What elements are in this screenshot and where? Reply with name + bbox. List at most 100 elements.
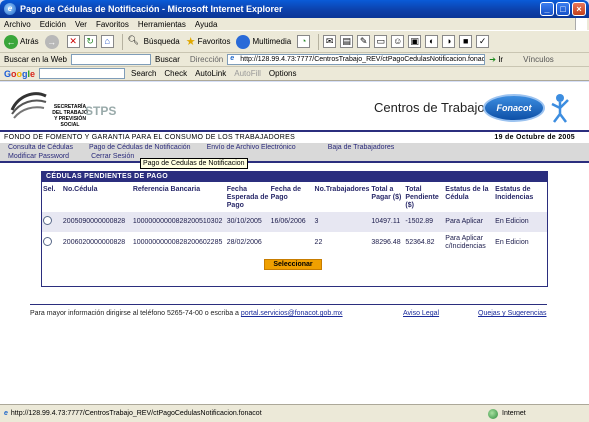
nav-pago-cedulas[interactable]: Pago de Cédulas de Notificación: [81, 144, 199, 151]
direccion-label: Dirección: [189, 55, 224, 64]
google-search-input[interactable]: [39, 68, 126, 79]
col-total: Total a Pagar ($): [371, 186, 402, 201]
back-label: Atrás: [20, 37, 39, 46]
page-icon: e: [4, 410, 8, 417]
minimize-button[interactable]: _: [540, 2, 554, 16]
mail-icon[interactable]: ✉: [323, 35, 337, 48]
cell-cedula: 2006020000000828: [62, 239, 126, 246]
cell-estatus: Para Aplicar c/Incidencias: [445, 235, 486, 250]
menu-ayuda[interactable]: Ayuda: [195, 20, 218, 29]
menu-archivo[interactable]: Archivo: [4, 20, 31, 29]
messenger-icon[interactable]: ☺: [391, 35, 405, 48]
back-button[interactable]: ← Atrás: [4, 34, 39, 49]
star-icon: ★: [185, 36, 196, 48]
maximize-button[interactable]: □: [556, 2, 570, 16]
autolink-button[interactable]: AutoLink: [195, 69, 226, 78]
menu-ver[interactable]: Ver: [75, 20, 87, 29]
nav-modificar-password[interactable]: Modificar Password: [0, 153, 77, 160]
row-select-radio[interactable]: [43, 237, 52, 246]
close-button[interactable]: ×: [572, 2, 586, 16]
edit-icon[interactable]: ✎: [357, 35, 371, 48]
panel-title: CÉDULAS PENDIENTES DE PAGO: [42, 172, 547, 182]
windows-flag-icon: [575, 18, 587, 30]
web-search-label: Buscar en la Web: [4, 55, 67, 64]
cell-incidencias: En Edicion: [495, 239, 529, 246]
toolbar: ← Atrás → ✕ ↻ ⌂ 🔍︎ Búsqueda ★ Favoritos …: [0, 31, 589, 53]
history-icon[interactable]: ◔: [297, 35, 311, 48]
refresh-icon[interactable]: ↻: [83, 35, 97, 48]
menu-favoritos[interactable]: Favoritos: [96, 20, 129, 29]
window-title: Pago de Cédulas de Notificación - Micros…: [20, 4, 283, 14]
menu-edicion[interactable]: Edición: [40, 20, 66, 29]
tool-icon-3[interactable]: ■: [459, 35, 473, 48]
email-link[interactable]: portal.servicios@fonacot.gob.mx: [241, 310, 343, 317]
nav-cerrar-sesion[interactable]: Cerrar Sesión: [77, 153, 142, 160]
search-label: Búsqueda: [143, 37, 180, 46]
vinculos-label[interactable]: Vínculos: [523, 55, 554, 64]
ie-icon: e: [4, 3, 16, 15]
tool-icon-1[interactable]: ◐: [425, 35, 439, 48]
main-nav: Consulta de Cédulas Pago de Cédulas de N…: [0, 143, 589, 152]
buscar-button[interactable]: Buscar: [155, 55, 180, 64]
stps-name: SECRETARÍA DEL TRABAJO Y PREVISIÓN SOCIA…: [52, 104, 88, 128]
nav-envio-archivo[interactable]: Envío de Archivo Electrónico: [199, 144, 304, 151]
status-bar: e http://128.99.4.73:7777/CentrosTrabajo…: [0, 404, 589, 422]
nav-consulta-cedulas[interactable]: Consulta de Cédulas: [0, 144, 81, 151]
col-fecha-pago: Fecha de Pago: [270, 186, 302, 201]
search-button[interactable]: 🔍︎ Búsqueda: [127, 35, 180, 48]
check-button[interactable]: Check: [164, 69, 187, 78]
favorites-button[interactable]: ★ Favoritos: [186, 35, 231, 48]
col-fecha-esperada: Fecha Esperada de Pago: [226, 186, 269, 209]
window-titlebar: e Pago de Cédulas de Notificación - Micr…: [0, 0, 589, 18]
col-trabajadores: No.Trabajadores: [314, 186, 370, 193]
table-row: 2006020000000828 10000000000828200602285…: [42, 232, 547, 254]
page-title: Centros de Trabajo: [374, 100, 485, 115]
web-page: SECRETARÍA DEL TRABAJO Y PREVISIÓN SOCIA…: [0, 82, 589, 404]
home-icon[interactable]: ⌂: [100, 35, 114, 48]
cell-fecha-esperada: 30/10/2005: [225, 212, 270, 232]
discuss-icon[interactable]: ▭: [374, 35, 388, 48]
search-icon: 🔍︎: [127, 35, 139, 45]
forward-button[interactable]: →: [44, 34, 61, 49]
cell-fecha-pago: 16/06/2006: [269, 212, 314, 232]
globe-icon: [488, 408, 498, 419]
go-button[interactable]: ➔ Ir: [489, 55, 503, 64]
col-pendiente: Total Pendiente ($): [405, 186, 439, 209]
quejas-link[interactable]: Quejas y Sugerencias: [478, 310, 546, 317]
security-zone: Internet: [488, 408, 526, 419]
google-search-button[interactable]: Search: [131, 69, 156, 78]
col-cedula: No.Cédula: [62, 186, 98, 193]
site-header: SECRETARÍA DEL TRABAJO Y PREVISIÓN SOCIA…: [0, 82, 589, 130]
cell-fecha-esperada: 28/02/2006: [226, 239, 262, 246]
current-date: 19 de Octubre de 2005: [494, 134, 575, 141]
google-toolbar: Google Search Check AutoLink AutoFill Op…: [0, 67, 589, 81]
aviso-legal-link[interactable]: Aviso Legal: [403, 310, 439, 317]
research-icon[interactable]: ▣: [408, 35, 422, 48]
cell-cedula: 2005090000000828: [61, 212, 132, 232]
page-footer: Para mayor información dirigirse al telé…: [30, 310, 550, 317]
favorites-label: Favoritos: [197, 37, 231, 46]
nav-baja-trabajadores[interactable]: Baja de Trabajadores: [304, 144, 403, 151]
google-logo: Google: [4, 68, 36, 79]
col-referencia: Referencia Bancaria: [132, 186, 201, 193]
cell-pendiente: -1502.89: [404, 212, 445, 232]
web-search-input[interactable]: [71, 54, 151, 65]
cell-pendiente: 52364.82: [405, 239, 435, 246]
autofill-button[interactable]: AutoFill: [234, 69, 261, 78]
seleccionar-button[interactable]: Seleccionar: [264, 259, 322, 270]
zone-label: Internet: [502, 410, 526, 417]
tool-icon-2[interactable]: ◑: [442, 35, 456, 48]
tool-icon-4[interactable]: ✓: [476, 35, 490, 48]
print-icon[interactable]: ▤: [340, 35, 354, 48]
url-input[interactable]: http://128.99.4.73:7777/CentrosTrabajo_R…: [227, 54, 486, 65]
stop-icon[interactable]: ✕: [66, 35, 80, 48]
menu-herramientas[interactable]: Herramientas: [138, 20, 186, 29]
row-select-radio[interactable]: [43, 216, 52, 225]
multimedia-button[interactable]: Multimedia: [236, 34, 291, 49]
cell-estatus: Para Aplicar: [444, 212, 495, 232]
secondary-nav: Modificar Password Cerrar Sesión: [0, 152, 589, 161]
table-header-row: Sel. No.Cédula Referencia Bancaria Fecha…: [42, 184, 547, 212]
cedulas-table: Sel. No.Cédula Referencia Bancaria Fecha…: [42, 184, 547, 254]
options-button[interactable]: Options: [269, 69, 297, 78]
back-arrow-icon: ←: [4, 34, 18, 49]
